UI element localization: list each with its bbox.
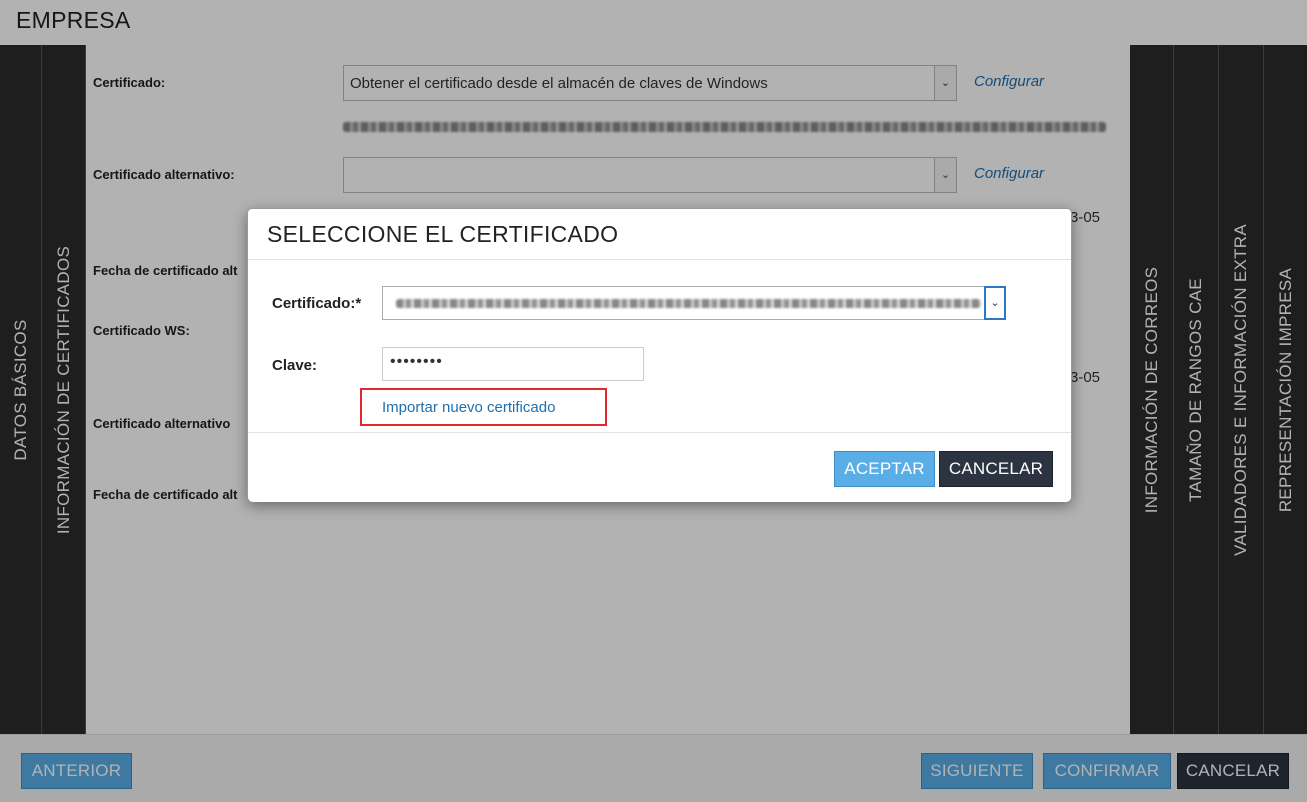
- dialog-cancel-button[interactable]: CANCELAR: [939, 451, 1053, 487]
- clave-label: Clave:: [272, 357, 318, 374]
- import-certificate-link[interactable]: Importar nuevo certificado: [382, 399, 555, 416]
- dialog-title: SELECCIONE EL CERTIFICADO: [267, 221, 619, 247]
- dialog-footer: ACEPTAR CANCELAR: [248, 432, 1071, 502]
- password-field[interactable]: ••••••••: [382, 347, 644, 381]
- dialog-header: SELECCIONE EL CERTIFICADO: [248, 209, 1071, 260]
- select-certificate-dialog: SELECCIONE EL CERTIFICADO Certificado:* …: [247, 208, 1072, 502]
- certificate-select[interactable]: ⌄: [382, 286, 1006, 320]
- cert-field-label: Certificado:*: [272, 295, 362, 312]
- aceptar-button[interactable]: ACEPTAR: [834, 451, 935, 487]
- chevron-down-icon[interactable]: ⌄: [984, 286, 1006, 320]
- certificate-name-blurred: [396, 299, 981, 308]
